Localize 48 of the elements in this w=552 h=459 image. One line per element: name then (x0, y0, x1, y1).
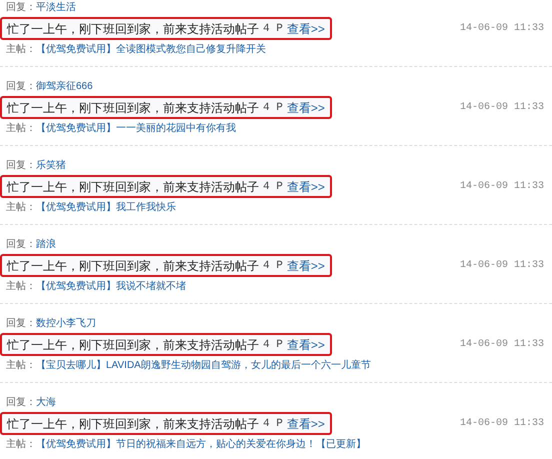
page-count: 4 P (263, 180, 283, 194)
page-count: 4 P (263, 22, 283, 36)
thread-title-link[interactable]: 【宝贝去哪儿】LAVIDA朗逸野生动物园自驾游，女儿的最后一个六一儿童节 (36, 359, 371, 372)
thread-label: 主帖： (6, 359, 36, 372)
username-link[interactable]: 平淡生活 (36, 1, 76, 14)
reply-message: 忙了一上午，刚下班回到家，前来支持活动帖子 (7, 258, 259, 274)
reply-message: 忙了一上午，刚下班回到家，前来支持活动帖子 (7, 20, 259, 36)
page-count: 4 P (263, 258, 283, 274)
view-link[interactable]: 查看>> (286, 336, 325, 352)
timestamp: 14-06-09 11:33 (460, 338, 544, 352)
thread-label: 主帖： (6, 201, 36, 214)
thread-title-link[interactable]: 【优驾免费试用】全读图模式教您自己修复升降开关 (36, 43, 266, 56)
username-link[interactable]: 大海 (36, 396, 56, 409)
username-link[interactable]: 踏浪 (36, 238, 56, 251)
username-link[interactable]: 御驾亲征666 (36, 80, 93, 93)
thread-label: 主帖： (6, 122, 36, 135)
thread-label: 主帖： (6, 280, 36, 293)
thread-title-link[interactable]: 【优驾免费试用】我工作我快乐 (36, 201, 176, 214)
username-link[interactable]: 数控小李飞刀 (36, 317, 96, 330)
page-count: 4 P (263, 100, 283, 116)
timestamp: 14-06-09 11:33 (460, 259, 544, 273)
view-link[interactable]: 查看>> (286, 416, 325, 432)
reply-message: 忙了一上午，刚下班回到家，前来支持活动帖子 (7, 178, 259, 194)
view-link[interactable]: 查看>> (286, 258, 325, 274)
reply-label: 回复： (6, 159, 36, 172)
view-link[interactable]: 查看>> (286, 178, 325, 194)
reply-message: 忙了一上午，刚下班回到家，前来支持活动帖子 (7, 416, 259, 432)
page-count: 4 P (263, 416, 283, 432)
page-count: 4 P (263, 338, 283, 352)
reply-label: 回复： (6, 1, 36, 14)
reply-label: 回复： (6, 396, 36, 409)
reply-label: 回复： (6, 80, 36, 93)
view-link[interactable]: 查看>> (286, 20, 325, 36)
thread-title-link[interactable]: 【优驾免费试用】节日的祝福来自远方，贴心的关爱在你身边！【已更新】 (36, 438, 366, 451)
thread-title-link[interactable]: 【优驾免费试用】一一美丽的花园中有你有我 (36, 122, 236, 135)
thread-title-link[interactable]: 【优驾免费试用】我说不堵就不堵 (36, 280, 186, 293)
thread-label: 主帖： (6, 43, 36, 56)
username-link[interactable]: 乐笑猪 (36, 159, 66, 172)
timestamp: 14-06-09 11:33 (460, 417, 544, 431)
reply-message: 忙了一上午，刚下班回到家，前来支持活动帖子 (7, 100, 259, 116)
view-link[interactable]: 查看>> (286, 100, 325, 116)
timestamp: 14-06-09 11:33 (460, 180, 544, 194)
timestamp: 14-06-09 11:33 (460, 22, 544, 36)
reply-label: 回复： (6, 317, 36, 330)
reply-message: 忙了一上午，刚下班回到家，前来支持活动帖子 (7, 336, 259, 352)
timestamp: 14-06-09 11:33 (460, 101, 544, 115)
thread-label: 主帖： (6, 438, 36, 451)
reply-label: 回复： (6, 238, 36, 251)
